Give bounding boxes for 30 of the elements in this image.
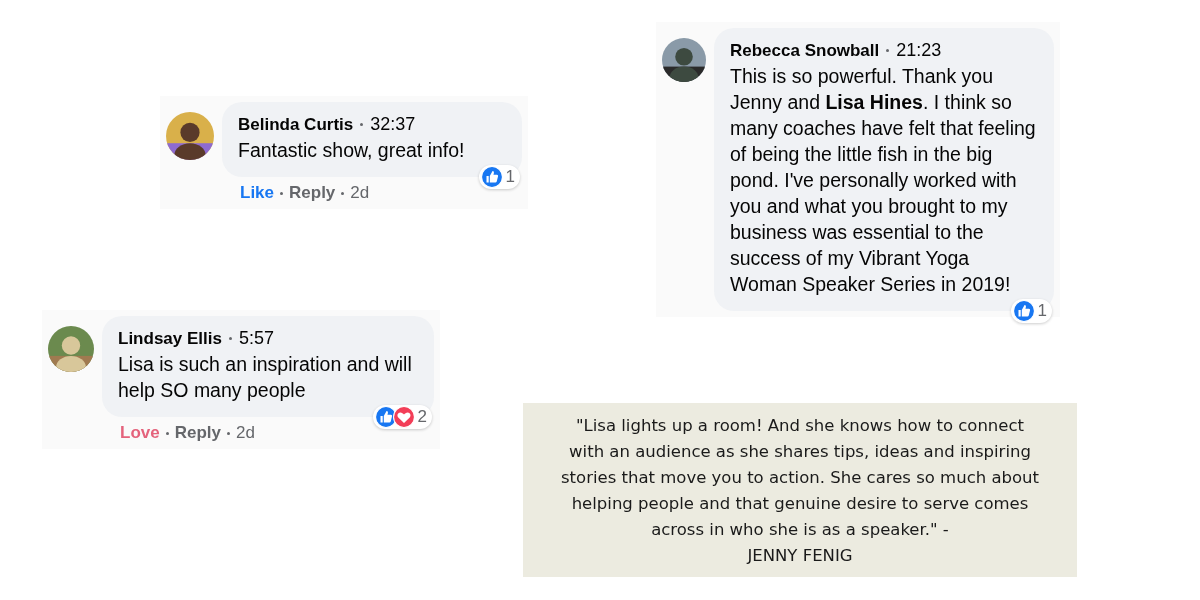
separator-dot [360, 123, 364, 126]
author-name[interactable]: Rebecca Snowball [730, 40, 880, 61]
reaction-count: 1 [1037, 301, 1047, 321]
separator-dot [341, 191, 345, 195]
reaction-link[interactable]: Love [120, 423, 160, 443]
comment-age[interactable]: 2d [236, 423, 255, 443]
timestamp[interactable]: 21:23 [896, 40, 942, 61]
reply-link[interactable]: Reply [289, 183, 336, 203]
reaction-badge[interactable]: 2 [372, 405, 432, 429]
reaction-count: 2 [417, 407, 427, 427]
comment-age[interactable]: 2d [350, 183, 370, 203]
comment-text: Lisa is such an inspiration and will help SO many people [118, 352, 413, 403]
reaction-badge[interactable]: 1 [478, 165, 520, 189]
reaction-link[interactable]: Like [240, 183, 275, 203]
timestamp[interactable]: 5:57 [238, 328, 274, 349]
author-name[interactable]: Lindsay Ellis [118, 328, 222, 349]
reaction-badge[interactable]: 1 [1010, 299, 1052, 323]
author-name[interactable]: Belinda Curtis [238, 114, 354, 135]
separator-dot [227, 431, 230, 435]
quote-attribution: JENNY FENIG [747, 545, 853, 567]
comment-text: This is so powerful. Thank you Jenny and Lisa Hines. I think so many coaches have felt that feeling of being the little fish in the big pond. I've personally worked with you and what you brought to my business was essential to the success of my Vibrant Yoga Woman Speaker Series in 2019! [730, 64, 1037, 297]
reply-link[interactable]: Reply [174, 423, 221, 443]
separator-dot [886, 49, 890, 52]
separator-dot [280, 191, 284, 195]
comment-text: Fantastic show, great info! [238, 138, 466, 163]
reaction-count: 1 [505, 167, 515, 187]
testimonial-quote: "Lisa lights up a room! And she knows how to connect with an audience as she shares tips, ideas and inspiring stories that move you to action. She cares so much about helping people and that genuine desire to serve comes across in who she is as a speaker." - [560, 415, 1040, 541]
separator-dot [165, 431, 169, 435]
timestamp[interactable]: 32:37 [370, 114, 416, 135]
separator-dot [228, 337, 232, 340]
